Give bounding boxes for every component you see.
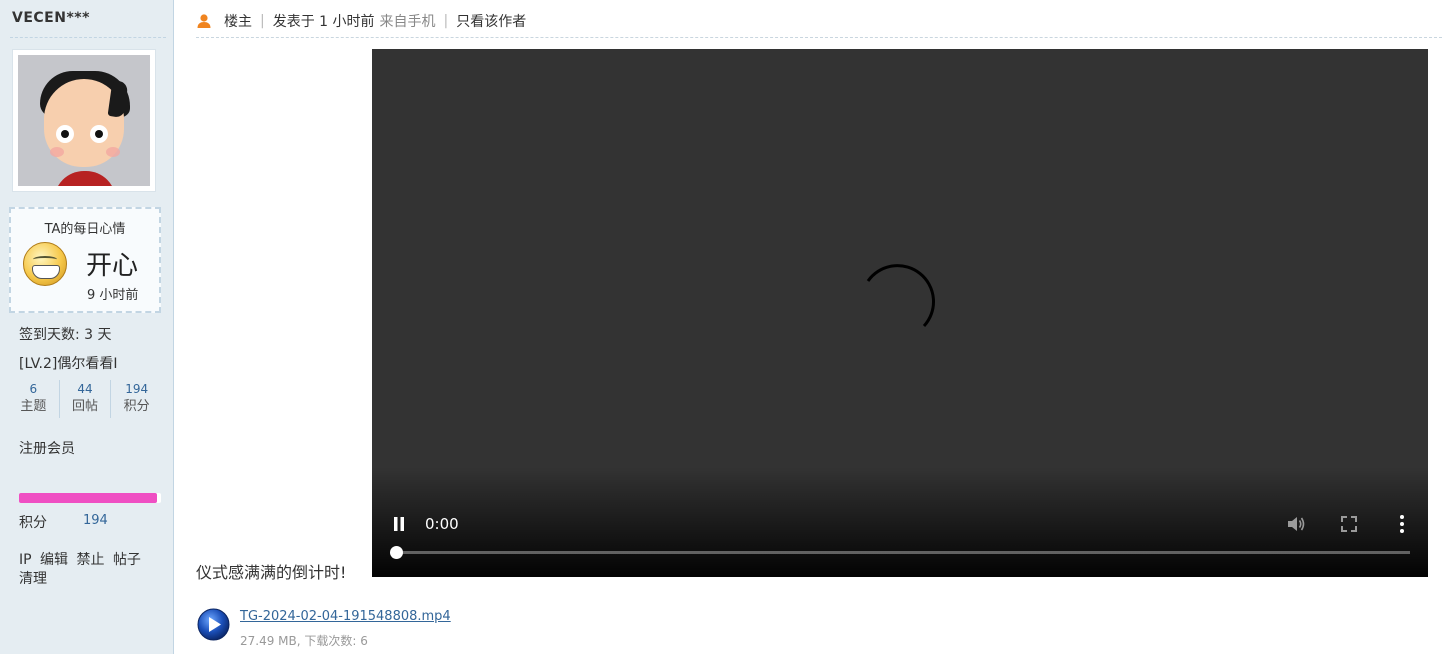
avatar-eye <box>56 125 74 143</box>
video-progress-track[interactable] <box>396 551 1410 554</box>
post-time: 发表于 1 小时前 <box>272 14 375 30</box>
moon-icon <box>23 467 30 481</box>
only-author-link[interactable]: 只看该作者 <box>456 11 526 31</box>
separator: | <box>443 13 449 29</box>
admin-link-ip[interactable]: IP <box>19 552 32 568</box>
video-file-icon[interactable] <box>197 608 230 641</box>
video-progress-thumb[interactable] <box>390 546 403 559</box>
stat-points[interactable]: 194 积分 <box>111 380 162 418</box>
user-icon <box>197 14 211 28</box>
user-stats: 6 主题 44 回帖 194 积分 <box>8 380 162 418</box>
admin-link-posts[interactable]: 帖子 <box>113 552 141 568</box>
divider <box>196 37 1442 38</box>
admin-link-ban[interactable]: 禁止 <box>76 552 104 568</box>
stat-replies[interactable]: 44 回帖 <box>60 380 112 418</box>
user-level[interactable]: [LV.2]偶尔看看I <box>19 353 117 373</box>
stat-label: 积分 <box>123 399 150 414</box>
volume-icon[interactable] <box>1286 514 1306 534</box>
video-player[interactable]: 0:00 <box>372 49 1428 577</box>
avatar-shirt <box>54 171 116 186</box>
grin-emoji-icon <box>23 242 67 286</box>
fullscreen-icon[interactable] <box>1340 515 1358 533</box>
divider <box>10 37 166 38</box>
stat-value[interactable]: 6 <box>8 380 59 398</box>
stat-label: 主题 <box>20 399 47 414</box>
post-role: 楼主 <box>224 14 252 30</box>
stat-value[interactable]: 44 <box>60 380 111 398</box>
avatar-cheek <box>50 147 64 157</box>
mood-time: 9 小时前 <box>87 288 139 303</box>
admin-links: IP 编辑 禁止 帖子 清理 <box>19 551 159 589</box>
avatar-cheek <box>106 147 120 157</box>
member-group[interactable]: 注册会员 <box>19 438 75 458</box>
points-value: 194 <box>83 513 108 528</box>
points-progress-fill <box>19 493 157 503</box>
daily-mood-box: TA的每日心情 开心 9 小时前 <box>9 207 161 313</box>
video-time: 0:00 <box>425 515 459 533</box>
avatar-eye <box>90 125 108 143</box>
checkin-days: 签到天数: 3 天 <box>19 327 112 343</box>
mood-value: 开心 <box>86 251 139 281</box>
points-progress-bar <box>19 493 161 503</box>
stat-threads[interactable]: 6 主题 <box>8 380 60 418</box>
admin-link-edit[interactable]: 编辑 <box>40 552 68 568</box>
attachment-meta: 27.49 MB, 下载次数: 6 <box>240 634 368 648</box>
pause-icon[interactable] <box>390 514 408 534</box>
attachment-filename[interactable]: TG-2024-02-04-191548808.mp4 <box>240 609 451 624</box>
avatar-frame[interactable] <box>12 49 156 192</box>
separator: | <box>260 13 265 29</box>
points-label: 积分 <box>19 515 47 531</box>
stat-value[interactable]: 194 <box>111 380 162 398</box>
admin-link-clean[interactable]: 清理 <box>19 571 47 587</box>
stat-label: 回帖 <box>72 399 99 414</box>
post-header: 楼主 | 发表于 1 小时前 来自手机 | 只看该作者 <box>196 10 526 32</box>
loading-spinner-icon <box>866 264 935 328</box>
video-controls-gradient <box>372 467 1428 577</box>
more-options-icon[interactable] <box>1398 514 1406 534</box>
avatar[interactable] <box>18 55 150 186</box>
mood-title: TA的每日心情 <box>44 222 126 237</box>
post-content: 仪式感满满的倒计时! <box>196 563 347 582</box>
author-username[interactable]: VECEN*** <box>12 10 90 26</box>
author-sidebar: VECEN*** TA的每日心情 开心 9 小时前 签到天数: 3 天 [LV.… <box>0 0 174 654</box>
post-device: 来自手机 <box>379 14 436 30</box>
